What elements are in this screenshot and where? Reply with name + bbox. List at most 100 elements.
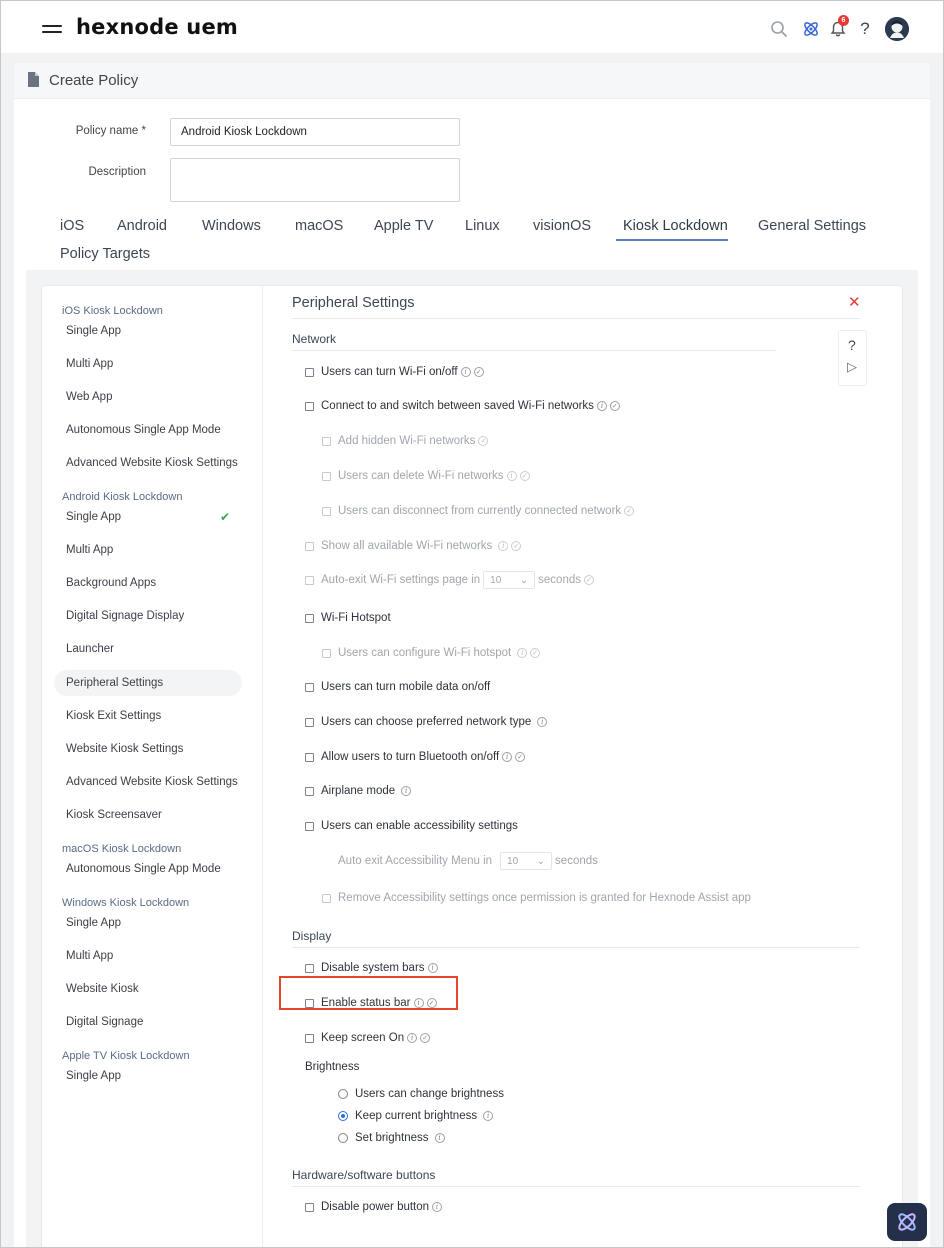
sidebar-item-appletv-single-app[interactable]: Single App [54,1063,242,1089]
tab-macos[interactable]: macOS [295,218,343,234]
disable-power-checkbox[interactable] [305,1202,314,1212]
create-policy-card: Create Policy Policy name * Description … [14,63,930,1247]
tab-visionos[interactable]: visionOS [533,218,591,234]
info-icon[interactable]: i [460,367,471,377]
sidebar-item-kiosk-exit[interactable]: Kiosk Exit Settings [54,703,242,729]
info-icon[interactable]: i [596,401,607,411]
brightness-users-radio[interactable] [338,1089,348,1099]
tab-linux[interactable]: Linux [465,218,500,234]
verified-icon: ✓ [609,401,620,411]
close-icon[interactable]: ✕ [848,293,861,311]
accessibility-exit-select[interactable]: 10 ⌄ [500,852,553,870]
wifi-hotspot-checkbox[interactable] [305,613,314,623]
atom-icon[interactable] [800,18,822,40]
info-icon[interactable]: i [432,1202,443,1212]
brightness-keep-label: Keep current brightness [355,1110,478,1122]
remove-accessibility-checkbox[interactable] [322,893,331,903]
tab-apple-tv[interactable]: Apple TV [374,218,433,234]
tab-ios[interactable]: iOS [60,218,84,234]
sidebar-group-apple-tv: Apple TV Kiosk Lockdown [62,1050,190,1062]
disconnect-checkbox[interactable] [322,506,331,516]
sidebar-item-ios-multi-app[interactable]: Multi App [54,351,242,377]
info-icon[interactable]: i [502,752,513,762]
brightness-set-radio[interactable] [338,1133,348,1143]
sidebar-item-ios-single-app[interactable]: Single App [54,318,242,344]
policy-name-input[interactable] [170,118,460,146]
configure-hotspot-checkbox[interactable] [322,648,331,658]
atom-icon [898,1213,916,1231]
sidebar-item-website-kiosk-settings[interactable]: Website Kiosk Settings [54,736,242,762]
airplane-checkbox[interactable] [305,786,314,796]
sidebar-item-android-advanced-website[interactable]: Advanced Website Kiosk Settings [54,769,242,795]
bluetooth-checkbox[interactable] [305,752,314,762]
sidebar-item-kiosk-screensaver[interactable]: Kiosk Screensaver [54,802,242,828]
accessibility-checkbox[interactable] [305,821,314,831]
brightness-keep-radio[interactable] [338,1111,348,1121]
sidebar-item-windows-website-kiosk[interactable]: Website Kiosk [54,976,242,1002]
show-all-checkbox[interactable] [305,541,314,551]
bell-icon[interactable]: 6 [827,15,849,40]
info-icon[interactable]: i [434,1133,445,1143]
network-type-checkbox[interactable] [305,717,314,727]
hardware-heading: Hardware/software buttons [292,1168,436,1182]
tab-policy-targets[interactable]: Policy Targets [60,246,150,262]
sidebar-item-ios-autonomous[interactable]: Autonomous Single App Mode [54,417,242,443]
play-icon[interactable]: ▷ [847,359,857,375]
switch-saved-checkbox[interactable] [305,401,314,411]
info-icon[interactable]: i [407,1033,418,1043]
chevron-down-icon: ⌄ [519,574,529,586]
auto-exit-wifi-select[interactable]: 10 ⌄ [483,571,536,589]
verified-icon: ✓ [511,541,522,551]
info-icon[interactable]: i [427,963,438,973]
option-show-all: Show all available Wi-Fi networks i ✓ [305,540,522,552]
mobile-data-checkbox[interactable] [305,682,314,692]
verified-icon: ✓ [420,1033,431,1043]
sidebar-item-background-apps[interactable]: Background Apps [54,570,242,596]
option-disconnect: Users can disconnect from currently conn… [322,505,635,517]
option-accessibility-exit: Auto exit Accessibility Menu in 10 ⌄ seco… [338,852,598,870]
keep-screen-on-checkbox[interactable] [305,1033,314,1043]
help-icon[interactable]: ? [854,18,876,40]
tab-android[interactable]: Android [117,218,167,234]
menu-icon[interactable] [42,22,62,36]
display-heading: Display [292,929,332,943]
assistant-fab[interactable] [887,1203,927,1241]
auto-exit-wifi-checkbox[interactable] [305,575,314,585]
add-hidden-checkbox[interactable] [322,436,331,446]
auto-exit-prefix: Auto-exit Wi-Fi settings page in [321,574,481,586]
sidebar-item-digital-signage-display[interactable]: Digital Signage Display [54,603,242,629]
info-icon[interactable]: i [506,471,517,481]
sidebar-item-android-multi-app[interactable]: Multi App [54,537,242,563]
info-icon[interactable]: i [498,541,509,551]
info-icon[interactable]: i [483,1111,494,1121]
sidebar-item-ios-web-app[interactable]: Web App [54,384,242,410]
sidebar-item-launcher[interactable]: Launcher [54,636,242,662]
sidebar-item-peripheral-settings[interactable]: Peripheral Settings [54,670,242,696]
description-input[interactable] [170,158,460,202]
disable-system-bars-checkbox[interactable] [305,963,314,973]
search-icon[interactable] [768,18,790,40]
sidebar-item-windows-single-app[interactable]: Single App [54,910,242,936]
info-icon[interactable]: i [537,717,548,727]
sidebar-item-ios-advanced-website[interactable]: Advanced Website Kiosk Settings [54,450,242,476]
option-auto-exit-wifi: Auto-exit Wi-Fi settings page in 10 ⌄ sec… [305,571,594,589]
sidebar-item-windows-multi-app[interactable]: Multi App [54,943,242,969]
info-icon[interactable]: i [517,648,528,658]
option-brightness-set: Set brightness i [338,1132,445,1144]
sidebar-group-ios: iOS Kiosk Lockdown [62,305,163,317]
accessibility-exit-prefix: Auto exit Accessibility Menu in [338,855,493,867]
tab-kiosk-lockdown[interactable]: Kiosk Lockdown [623,218,728,234]
sidebar-item-android-single-app[interactable]: Single App [54,504,242,530]
help-icon[interactable]: ? [848,337,856,353]
sidebar-item-windows-digital-signage[interactable]: Digital Signage [54,1009,242,1035]
option-switch-saved-networks: Connect to and switch between saved Wi-F… [305,400,620,412]
tab-windows[interactable]: Windows [202,218,261,234]
info-icon[interactable]: i [401,786,412,796]
wifi-onoff-checkbox[interactable] [305,367,314,377]
avatar[interactable] [885,17,909,41]
verified-icon: ✓ [624,506,635,516]
sidebar-item-macos-autonomous[interactable]: Autonomous Single App Mode [54,856,242,882]
accessibility-label: Users can enable accessibility settings [321,820,518,832]
delete-wifi-checkbox[interactable] [322,471,331,481]
tab-general-settings[interactable]: General Settings [758,218,866,234]
